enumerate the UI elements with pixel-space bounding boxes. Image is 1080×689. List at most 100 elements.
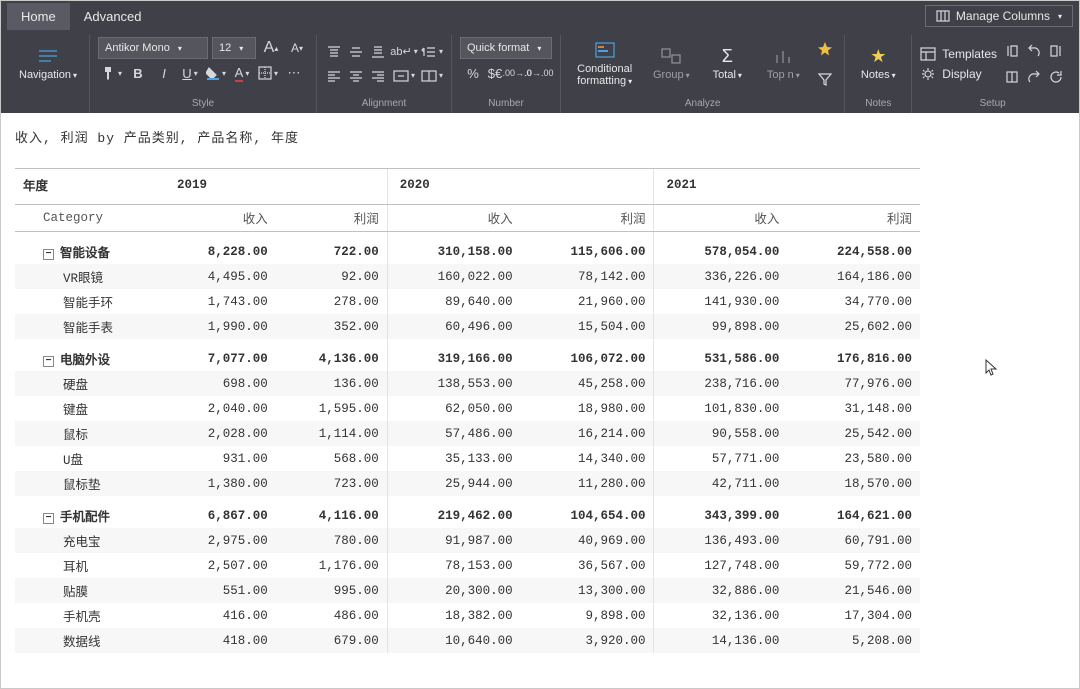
align-middle-button[interactable] (347, 42, 365, 62)
tab-home[interactable]: Home (7, 3, 70, 30)
table-row[interactable]: 数据线418.00679.0010,640.003,920.0014,136.0… (15, 628, 920, 653)
cell[interactable]: 106,072.00 (521, 339, 654, 371)
cell[interactable]: 101,830.00 (654, 396, 787, 421)
table-row[interactable]: 智能手环1,743.00278.0089,640.0021,960.00141,… (15, 289, 920, 314)
cell[interactable]: 136.00 (276, 371, 388, 396)
cell[interactable]: 578,054.00 (654, 232, 787, 265)
row-label[interactable]: 智能手环 (15, 289, 165, 314)
cell[interactable]: 995.00 (276, 578, 388, 603)
year-header[interactable]: 2019 (165, 169, 387, 205)
row-label[interactable]: 耳机 (15, 553, 165, 578)
bold-button[interactable]: B (127, 63, 149, 83)
decrease-font-button[interactable]: A▾ (286, 38, 308, 58)
align-center-button[interactable] (347, 66, 365, 86)
table-row[interactable]: U盘931.00568.0035,133.0014,340.0057,771.0… (15, 446, 920, 471)
cell[interactable]: 343,399.00 (654, 496, 787, 528)
borders-button[interactable]: ▾ (257, 63, 279, 83)
align-top-button[interactable] (325, 42, 343, 62)
cell[interactable]: 32,886.00 (654, 578, 787, 603)
cell[interactable]: 238,716.00 (654, 371, 787, 396)
cell[interactable]: 319,166.00 (387, 339, 520, 371)
cell[interactable]: 4,116.00 (276, 496, 388, 528)
cell[interactable]: 57,486.00 (387, 421, 520, 446)
cell[interactable]: 78,153.00 (387, 553, 520, 578)
cell[interactable]: 34,770.00 (787, 289, 920, 314)
cell[interactable]: 2,040.00 (165, 396, 276, 421)
cell[interactable]: 89,640.00 (387, 289, 520, 314)
cell[interactable]: 1,990.00 (165, 314, 276, 339)
cell[interactable]: 6,867.00 (165, 496, 276, 528)
font-name-select[interactable]: Antikor Mono▾ (98, 37, 208, 59)
cell[interactable]: 17,304.00 (787, 603, 920, 628)
cell[interactable]: 25,602.00 (787, 314, 920, 339)
cell[interactable]: 7,077.00 (165, 339, 276, 371)
cell[interactable]: 1,743.00 (165, 289, 276, 314)
cell[interactable]: 23,580.00 (787, 446, 920, 471)
cell[interactable]: 35,133.00 (387, 446, 520, 471)
align-right-button[interactable] (369, 66, 387, 86)
cell[interactable]: 57,771.00 (654, 446, 787, 471)
cell[interactable]: 931.00 (165, 446, 276, 471)
metric-header[interactable]: 利润 (787, 205, 920, 232)
cell[interactable]: 21,960.00 (521, 289, 654, 314)
cell[interactable]: 416.00 (165, 603, 276, 628)
currency-button[interactable]: $€ (486, 63, 504, 83)
font-size-select[interactable]: 12▾ (212, 37, 256, 59)
group-button[interactable]: Group▾ (646, 43, 696, 84)
merge-button[interactable]: ▾ (393, 66, 415, 86)
percent-button[interactable]: % (464, 63, 482, 83)
display-button[interactable]: Display (920, 67, 997, 81)
cell[interactable]: 278.00 (276, 289, 388, 314)
increase-font-button[interactable]: A▴ (260, 38, 282, 58)
row-label[interactable]: 数据线 (15, 628, 165, 653)
tab-advanced[interactable]: Advanced (70, 3, 156, 30)
cell[interactable]: 60,496.00 (387, 314, 520, 339)
table-row[interactable]: 手机壳416.00486.0018,382.009,898.0032,136.0… (15, 603, 920, 628)
underline-button[interactable]: U▾ (179, 63, 201, 83)
metric-header[interactable]: 收入 (165, 205, 276, 232)
align-left-button[interactable] (325, 66, 343, 86)
manage-columns-button[interactable]: Manage Columns ▾ (925, 5, 1073, 27)
table-row[interactable]: 充电宝2,975.00780.0091,987.0040,969.00136,4… (15, 528, 920, 553)
cell[interactable]: 722.00 (276, 232, 388, 265)
cell[interactable]: 115,606.00 (521, 232, 654, 265)
metric-header[interactable]: 利润 (521, 205, 654, 232)
cell[interactable]: 91,987.00 (387, 528, 520, 553)
cell[interactable]: 2,507.00 (165, 553, 276, 578)
refresh-button[interactable] (1047, 67, 1065, 87)
cell[interactable]: 486.00 (276, 603, 388, 628)
category-row[interactable]: −智能设备8,228.00722.00310,158.00115,606.005… (15, 232, 920, 265)
page-prev-button[interactable] (1003, 67, 1021, 87)
cell[interactable]: 77,976.00 (787, 371, 920, 396)
row-label[interactable]: 贴膜 (15, 578, 165, 603)
table-row[interactable]: 智能手表1,990.00352.0060,496.0015,504.0099,8… (15, 314, 920, 339)
cell[interactable]: 60,791.00 (787, 528, 920, 553)
cell[interactable]: 99,898.00 (654, 314, 787, 339)
category-row[interactable]: −电脑外设7,077.004,136.00319,166.00106,072.0… (15, 339, 920, 371)
cell[interactable]: 219,462.00 (387, 496, 520, 528)
cell[interactable]: 31,148.00 (787, 396, 920, 421)
cell[interactable]: 90,558.00 (654, 421, 787, 446)
cell[interactable]: 36,567.00 (521, 553, 654, 578)
table-row[interactable]: 鼠标2,028.001,114.0057,486.0016,214.0090,5… (15, 421, 920, 446)
cell[interactable]: 698.00 (165, 371, 276, 396)
cell[interactable]: 18,980.00 (521, 396, 654, 421)
fill-color-button[interactable]: ▾ (205, 63, 227, 83)
collapse-icon[interactable]: − (43, 513, 54, 524)
pivot-table[interactable]: 年度201920202021Category收入利润收入利润收入利润 −智能设备… (15, 168, 920, 653)
year-label-header[interactable]: 年度 (15, 169, 165, 205)
row-label[interactable]: 硬盘 (15, 371, 165, 396)
cell[interactable]: 1,380.00 (165, 471, 276, 496)
cell[interactable]: 92.00 (276, 264, 388, 289)
cell[interactable]: 2,028.00 (165, 421, 276, 446)
table-row[interactable]: 贴膜551.00995.0020,300.0013,300.0032,886.0… (15, 578, 920, 603)
cell[interactable]: 18,570.00 (787, 471, 920, 496)
cell[interactable]: 310,158.00 (387, 232, 520, 265)
cell[interactable]: 4,495.00 (165, 264, 276, 289)
cell[interactable]: 418.00 (165, 628, 276, 653)
cell[interactable]: 21,546.00 (787, 578, 920, 603)
cell[interactable]: 138,553.00 (387, 371, 520, 396)
cell[interactable]: 32,136.00 (654, 603, 787, 628)
cell[interactable]: 780.00 (276, 528, 388, 553)
filter-button[interactable] (814, 69, 836, 89)
